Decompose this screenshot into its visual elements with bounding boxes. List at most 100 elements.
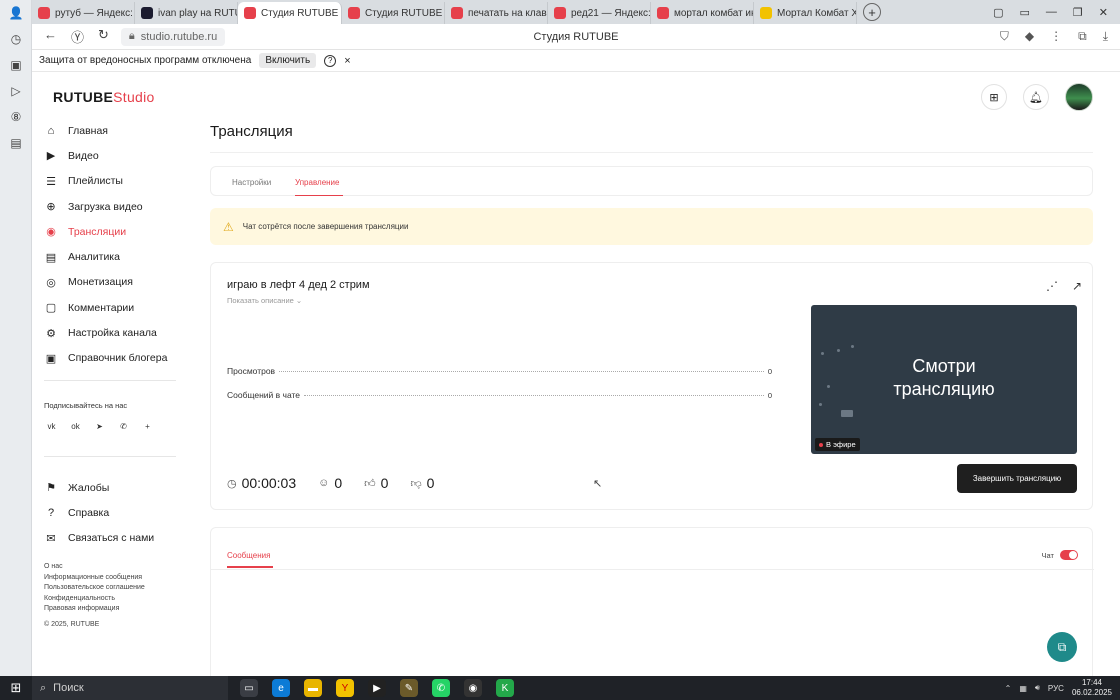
browser-tab[interactable]: Мортал Комбат Х [754,2,857,24]
back-icon[interactable]: ← [44,27,57,46]
main-content: ⊞ 🔔︎ Трансляция Настройки Управление ⚠ Ч… [210,73,1094,687]
tray-up-icon[interactable]: ⌃ [1005,684,1012,693]
kaspersky-icon[interactable]: K [496,679,514,697]
history-icon[interactable]: ◷ [0,26,32,52]
bell-icon[interactable]: 🔔︎ [1023,84,1049,110]
counter-icon[interactable]: ⑧ [0,104,32,130]
sidebar-item[interactable]: ⚙ Настройка канала [44,320,167,345]
edge-icon[interactable]: e [272,679,290,697]
tab-list-icon[interactable]: ▢ [993,6,1003,19]
sidebar-item[interactable]: ◉ Трансляции [44,219,167,244]
sidebar: RUTUBEStudio ⌂ Главная ▶ Видео ☰ Плейлисты ⊕ За… [32,73,182,676]
share-icon[interactable]: ⋰ [1046,279,1058,293]
windows-start-icon[interactable]: ⊞ [0,680,32,696]
extensions-icon[interactable]: ⧉ [1078,29,1087,44]
viber-icon[interactable]: ✆ [116,419,131,434]
sidebar-toggle-icon[interactable]: ▭ [1020,6,1030,19]
network-icon[interactable]: ▦ [1019,684,1027,693]
active-tab-indicator [295,194,343,196]
restore-icon[interactable]: ❐ [1073,6,1083,19]
stream-preview-player[interactable]: Смотри трансляцию В эфире [811,305,1077,454]
viewer-icon: ☺ [318,477,330,489]
vk-icon[interactable]: vk [44,419,59,434]
chevron-down-icon: ⌄ [295,296,303,305]
sidebar-item[interactable]: ▤ Аналитика [44,244,167,269]
collections-icon[interactable]: ▣ [0,52,32,78]
browser-tab[interactable]: рутуб — Яндекс: н [32,2,135,24]
viewers-count: ☺ 0 [318,475,343,491]
settings-icon: ⚙ [46,327,56,340]
yandex-home-icon[interactable]: Ⓨ [71,27,84,46]
yandex-browser-icon[interactable]: Y [336,679,354,697]
url-field[interactable]: 🔒︎ studio.rutube.ru [120,27,226,46]
app-icon[interactable]: ✎ [400,679,418,697]
enable-protection-button[interactable]: Включить [259,53,317,68]
footer-link[interactable]: Правовая информация [44,604,145,615]
footer-link[interactable]: Конфиденциальность [44,594,145,605]
browser-tab[interactable]: ivan play на RUTUE [135,2,238,24]
show-description-link[interactable]: Показать описание ⌄ [227,296,302,305]
more-icon[interactable]: ⋮ [1050,29,1062,44]
reload-icon[interactable]: ↻ [98,27,109,46]
open-external-icon[interactable]: ↗ [1072,279,1082,293]
browser-tab[interactable]: печатать на клави [445,2,548,24]
browser-tab-label: ред21 — Яндекс: н [571,7,651,19]
protect-icon[interactable]: ⛉ [1000,29,1009,44]
whatsapp-icon[interactable]: ✆ [432,679,450,697]
support-chat-button[interactable]: ⧉ [1047,632,1077,662]
sidebar-item[interactable]: ⚑ Жалобы [44,475,154,500]
sidebar-item[interactable]: ⊕ Загрузка видео [44,194,167,219]
footer-link[interactable]: Пользовательское соглашение [44,583,145,594]
end-stream-button[interactable]: Завершить трансляцию [957,464,1077,493]
tab-settings[interactable]: Настройки [232,178,271,187]
bookmark-icon[interactable]: ◆ [1025,29,1034,44]
sidebar-item[interactable]: ▶ Видео [44,143,167,168]
toggle-switch[interactable] [1060,550,1078,560]
tab-messages[interactable]: Сообщения [227,551,270,560]
obs-icon[interactable]: ◉ [464,679,482,697]
explorer-icon[interactable]: ▬ [304,679,322,697]
chat-toggle[interactable]: Чат [1042,550,1078,560]
rutube-studio-icon [348,7,360,19]
sidebar-item[interactable]: ▣ Справочник блогера [44,346,168,371]
sidebar-item[interactable]: ✉ Связаться с нами [44,526,154,551]
profile-icon[interactable]: 👤 [0,0,32,26]
notes-icon[interactable]: ▤ [0,130,32,156]
sidebar-item[interactable]: ☰ Плейлисты [44,169,167,194]
help-icon: ? [47,506,55,519]
minimize-icon[interactable]: — [1046,6,1057,19]
scrollbar[interactable] [1110,73,1120,676]
browser-tab[interactable]: Студия RUTUBE [342,2,445,24]
play-icon[interactable]: ▷ [0,78,32,104]
ok-icon[interactable]: ok [68,419,83,434]
taskbar-search[interactable]: ⌕ Поиск [32,676,228,700]
new-tab-button[interactable]: + [863,3,881,21]
active-tab-indicator [227,566,273,568]
footer-link[interactable]: О нас [44,562,145,573]
telegram-icon[interactable]: ➤ [92,419,107,434]
help-icon[interactable]: ? [324,54,337,67]
rutube-studio-icon [244,7,256,19]
sidebar-item[interactable]: ⌂ Главная [44,118,167,143]
add-icon[interactable]: ⊞ [981,84,1007,110]
sidebar-item[interactable]: ? Справка [44,500,154,525]
browser-tab[interactable]: мортал комбат ик [651,2,754,24]
language-indicator[interactable]: РУС [1048,684,1064,693]
browser-tab[interactable]: Студия RUTUBE× [238,2,342,24]
media-player-icon[interactable]: ▶ [368,679,386,697]
tab-control[interactable]: Управление [295,178,339,187]
sidebar-item-label: Монетизация [68,276,133,289]
download-icon[interactable]: ⤓ [1103,29,1108,44]
close-icon[interactable]: × [344,55,350,67]
rutube-studio-logo[interactable]: RUTUBEStudio [53,89,155,105]
clock[interactable]: 17:44 06.02.2025 [1072,678,1112,698]
close-window-icon[interactable]: ✕ [1099,6,1108,19]
browser-tab[interactable]: ред21 — Яндекс: н [548,2,651,24]
task-view-icon[interactable]: ▭ [240,679,258,697]
sidebar-item[interactable]: ▢ Комментарии [44,295,167,320]
plus-icon[interactable]: + [140,419,155,434]
avatar[interactable] [1065,83,1093,111]
footer-link[interactable]: Информационные сообщения [44,573,145,584]
sidebar-item[interactable]: ◎ Монетизация [44,270,167,295]
volume-icon[interactable]: 🔊︎ [1035,683,1040,693]
